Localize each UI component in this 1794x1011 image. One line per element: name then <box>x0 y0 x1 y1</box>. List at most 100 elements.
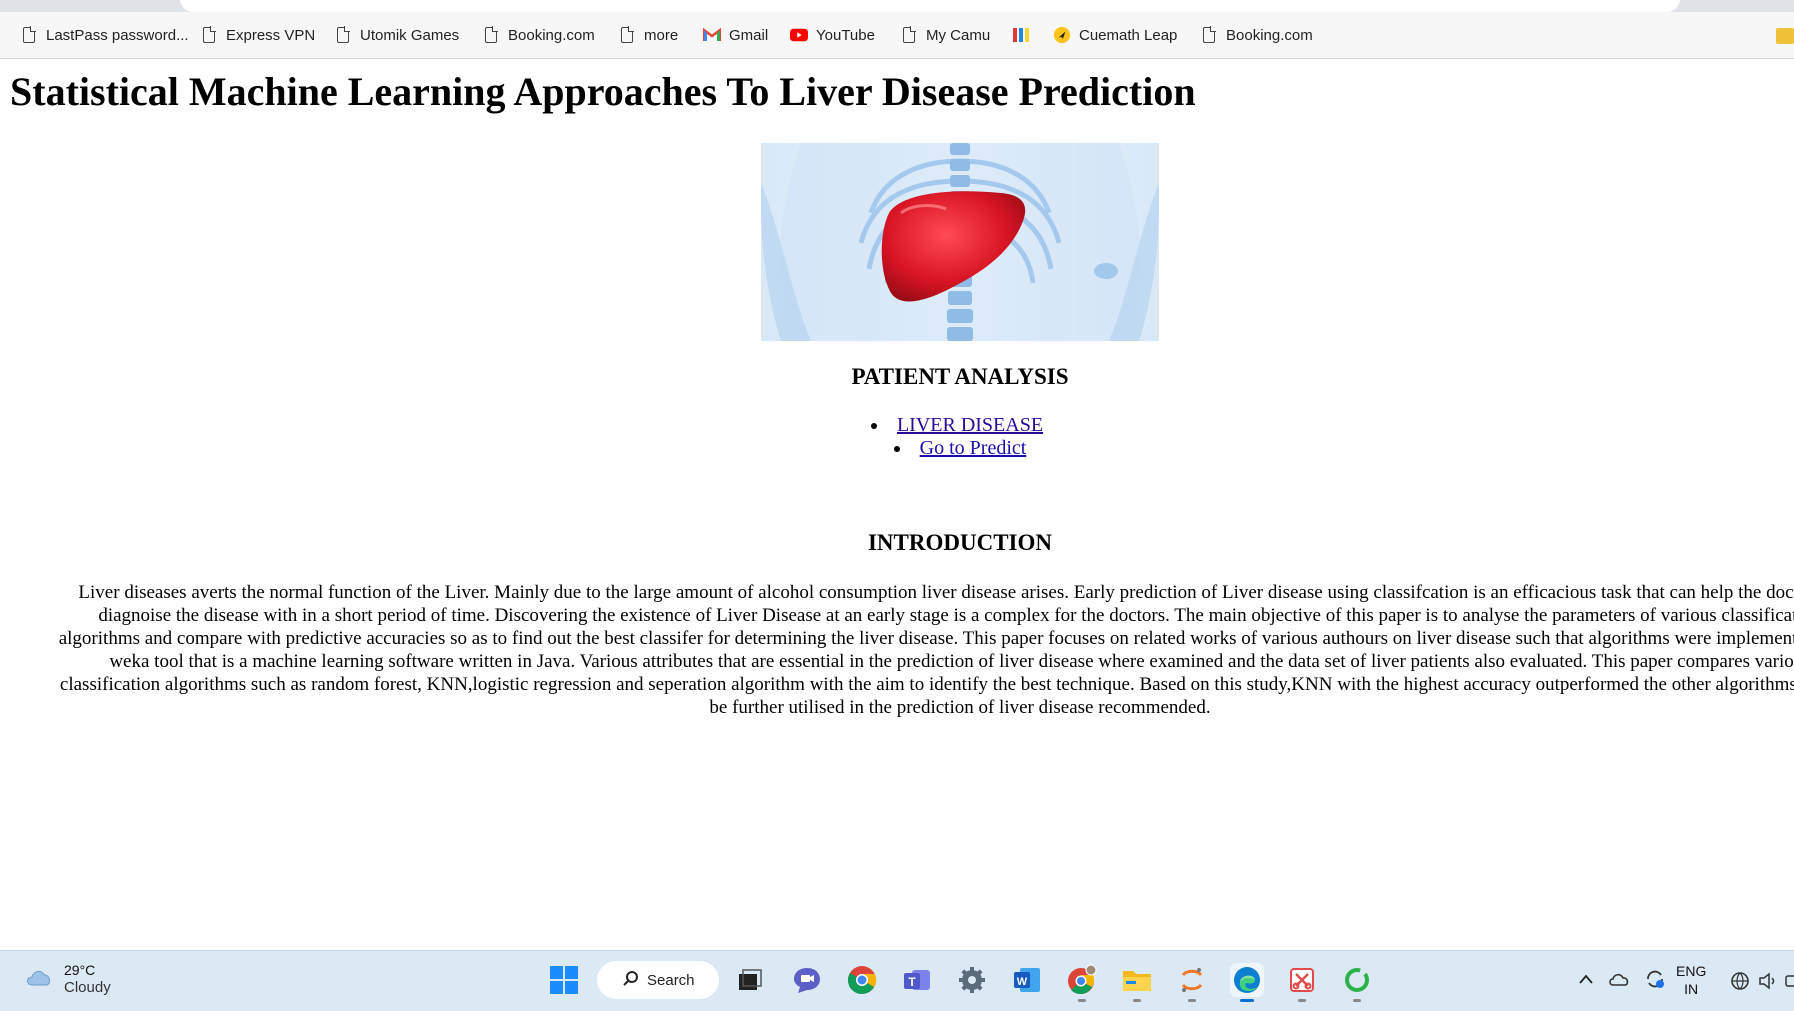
language-indicator[interactable]: ENG IN <box>1676 962 1706 998</box>
running-indicator <box>1133 999 1141 1002</box>
patient-analysis-heading: PATIENT ANALYSIS <box>851 364 1069 389</box>
edge-icon <box>1234 967 1260 993</box>
loading-app-button[interactable] <box>1340 963 1374 1002</box>
paragraph-line: be further utilised in the prediction of… <box>709 697 1211 718</box>
page-title: Statistical Machine Learning Approaches … <box>10 69 1196 114</box>
bookmark-more[interactable]: more <box>618 24 678 46</box>
running-indicator <box>1353 999 1361 1002</box>
start-button[interactable] <box>547 963 581 997</box>
bookmark-cuemath-leap[interactable]: Cuemath Leap <box>1053 24 1177 46</box>
word-button[interactable]: W <box>1010 963 1044 997</box>
document-icon <box>482 25 500 45</box>
svg-text:T: T <box>908 975 916 989</box>
snipping-tool-icon <box>1290 968 1314 992</box>
address-bar[interactable] <box>180 0 1680 12</box>
weather-temperature: 29°C <box>64 962 96 978</box>
paragraph-line: classification algorithms such as random… <box>59 674 1794 695</box>
document-icon <box>900 25 918 45</box>
search-label: Search <box>647 971 695 989</box>
bookmark-label: Cuemath Leap <box>1079 26 1178 44</box>
running-indicator <box>1078 999 1086 1002</box>
cuemath-icon <box>1053 25 1071 45</box>
document-icon <box>20 25 38 45</box>
volume-icon[interactable] <box>1758 971 1778 996</box>
liver-disease-link[interactable]: LIVER DISEASE <box>897 414 1043 436</box>
bookmark-label: My Camu <box>926 26 991 44</box>
bookmark-label: Utomik Games <box>360 26 460 44</box>
svg-text:W: W <box>1017 976 1028 988</box>
bookmark-label: LastPass password... <box>46 26 189 44</box>
chat-icon <box>794 968 820 993</box>
bookmark-booking-2[interactable]: Booking.com <box>1200 24 1313 46</box>
bookmark-my-camu[interactable]: My Camu <box>900 24 990 46</box>
running-indicator <box>1188 999 1196 1002</box>
bookmark-gmail[interactable]: Gmail <box>703 24 768 46</box>
weather-widget[interactable]: 29°C Cloudy <box>24 961 111 997</box>
list-item: Go to Predict <box>0 437 1794 460</box>
bookmark-express-vpn[interactable]: Express VPN <box>200 24 315 46</box>
green-ring-icon <box>1345 968 1369 992</box>
system-tray <box>1578 963 1666 999</box>
battery-icon[interactable] <box>1784 971 1794 991</box>
bookmark-lastpass[interactable]: LastPass password... <box>20 24 189 46</box>
task-view-icon <box>739 969 762 990</box>
taskbar-search[interactable]: Search <box>597 961 719 999</box>
teams-icon: T <box>904 970 930 990</box>
word-icon: W <box>1014 968 1040 992</box>
jupyter-icon <box>1181 968 1203 992</box>
active-indicator <box>1240 999 1254 1002</box>
snipping-tool-button[interactable] <box>1285 963 1319 1002</box>
bookmark-label: YouTube <box>816 26 875 44</box>
jupyter-button[interactable] <box>1175 963 1209 1002</box>
onedrive-icon[interactable] <box>1608 971 1630 992</box>
chrome-profile-button[interactable] <box>1065 963 1099 1002</box>
paragraph-line: diagnoise the disease with in a short pe… <box>98 605 1794 626</box>
introduction-heading: INTRODUCTION <box>867 530 1053 555</box>
go-to-predict-link[interactable]: Go to Predict <box>920 437 1027 459</box>
windows-taskbar: 29°C Cloudy Search T W ENG IN <box>0 950 1794 1011</box>
bookmark-colored-bars[interactable] <box>1012 24 1030 46</box>
list-item: LIVER DISEASE <box>0 414 1794 437</box>
chevron-up-icon[interactable] <box>1578 972 1594 990</box>
document-icon <box>334 25 352 45</box>
edge-button[interactable] <box>1230 963 1264 1002</box>
cloud-icon <box>24 967 54 992</box>
bookmark-booking[interactable]: Booking.com <box>482 24 595 46</box>
bookmark-youtube[interactable]: YouTube <box>790 24 875 46</box>
network-icon[interactable] <box>1730 971 1750 996</box>
gmail-icon <box>703 25 721 45</box>
paragraph-line: algorithms and compare with predictive a… <box>58 628 1794 649</box>
chrome-icon <box>848 966 877 995</box>
nav-link-list: LIVER DISEASE Go to Predict <box>0 414 1794 460</box>
introduction-paragraph: Liver diseases averts the normal functio… <box>0 581 1794 719</box>
windows-icon <box>550 966 578 994</box>
bullet-icon <box>893 446 900 453</box>
sync-icon[interactable] <box>1644 968 1666 995</box>
document-icon <box>200 25 218 45</box>
paragraph-line: Liver diseases averts the normal functio… <box>78 582 1794 603</box>
teams-button[interactable]: T <box>900 963 934 997</box>
colored-bars-icon <box>1012 25 1030 45</box>
paragraph-line: weka tool that is a machine learning sof… <box>109 651 1794 672</box>
bookmark-utomik-games[interactable]: Utomik Games <box>334 24 459 46</box>
bookmark-label: Gmail <box>729 26 769 44</box>
file-explorer-button[interactable] <box>1120 963 1154 1002</box>
document-icon <box>618 25 636 45</box>
bookmarks-bar: LastPass password... Express VPN Utomik … <box>0 12 1794 59</box>
chrome-button[interactable] <box>845 963 879 997</box>
folder-icon[interactable] <box>1776 28 1794 44</box>
bookmark-label: Express VPN <box>226 26 316 44</box>
weather-condition: Cloudy <box>64 979 111 996</box>
chrome-icon <box>1068 964 1097 995</box>
task-view-button[interactable] <box>733 963 767 997</box>
document-icon <box>1200 25 1218 45</box>
search-icon <box>623 970 639 990</box>
settings-button[interactable] <box>955 963 989 997</box>
folder-icon <box>1123 971 1151 991</box>
running-indicator <box>1298 999 1306 1002</box>
bookmark-label: Booking.com <box>508 26 595 44</box>
language-code: ENG <box>1676 963 1707 979</box>
bookmark-label: Booking.com <box>1226 26 1313 44</box>
chat-app-button[interactable] <box>790 963 824 997</box>
bookmark-label: more <box>644 26 679 44</box>
